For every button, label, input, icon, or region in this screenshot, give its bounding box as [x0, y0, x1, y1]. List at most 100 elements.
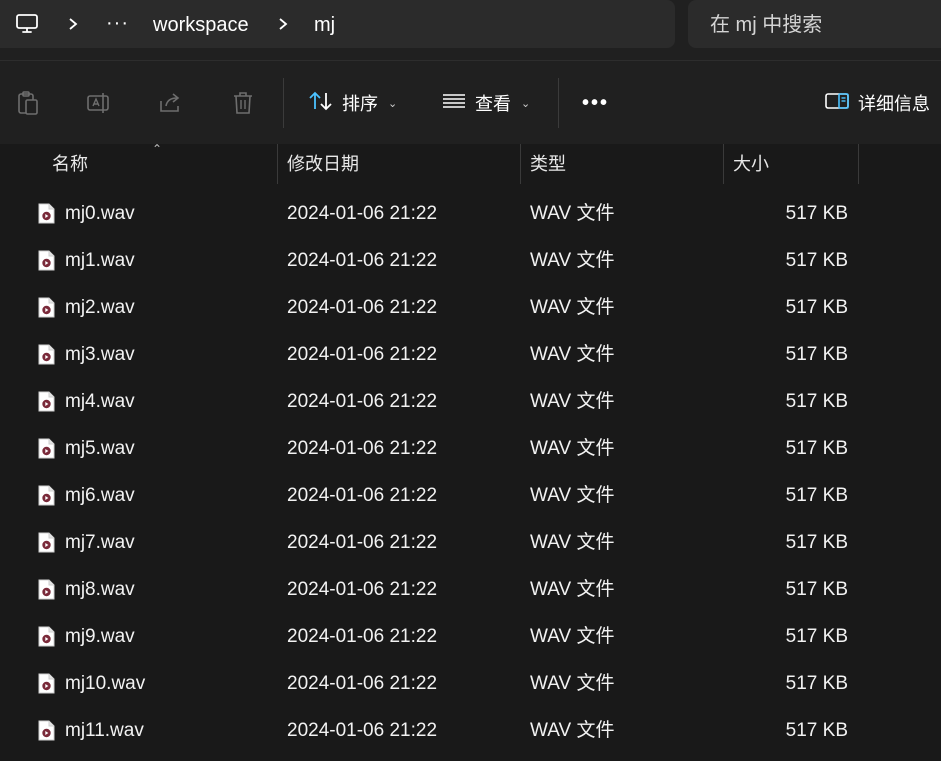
paste-icon[interactable] — [14, 89, 42, 117]
search-input[interactable]: 在 mj 中搜索 — [710, 12, 822, 38]
file-date: 2024-01-06 21:22 — [287, 532, 438, 553]
file-name: mj2.wav — [65, 297, 135, 318]
column-resize-handle[interactable] — [858, 144, 859, 184]
chevron-down-icon: ⌄ — [521, 97, 531, 110]
file-size: 517 KB — [785, 626, 848, 647]
file-name: mj6.wav — [65, 485, 135, 506]
file-name: mj1.wav — [65, 250, 135, 271]
file-type: WAV 文件 — [530, 673, 615, 694]
details-pane-button[interactable]: 详细信息 — [824, 87, 930, 119]
column-header-size[interactable]: 大小 — [733, 152, 769, 176]
file-type: WAV 文件 — [530, 626, 615, 647]
file-date: 2024-01-06 21:22 — [287, 250, 438, 271]
sort-button[interactable]: 排序 ⌄ — [308, 87, 397, 119]
wav-file-icon — [38, 673, 55, 694]
file-size: 517 KB — [785, 203, 848, 224]
sort-ascending-icon: ⌃ — [152, 142, 163, 156]
details-pane-icon — [824, 91, 850, 116]
file-row[interactable]: mj11.wav 2024-01-06 21:22 WAV 文件 517 KB — [0, 707, 941, 754]
file-type: WAV 文件 — [530, 297, 615, 318]
wav-file-icon — [38, 438, 55, 459]
chevron-down-icon: ⌄ — [388, 97, 398, 110]
file-name: mj10.wav — [65, 673, 146, 694]
breadcrumb-overflow-button[interactable]: ··· — [106, 10, 129, 36]
file-name: mj11.wav — [65, 720, 144, 741]
file-size: 517 KB — [785, 438, 848, 459]
address-bar: ··· workspace mj 在 mj 中搜索 — [0, 0, 941, 60]
wav-file-icon — [38, 250, 55, 271]
file-size: 517 KB — [785, 297, 848, 318]
file-size: 517 KB — [785, 673, 848, 694]
file-size: 517 KB — [785, 485, 848, 506]
chevron-right-icon[interactable] — [270, 10, 296, 38]
file-type: WAV 文件 — [530, 391, 615, 412]
more-options-button[interactable]: ••• — [582, 87, 609, 119]
view-button[interactable]: 查看 ⌄ — [441, 87, 530, 119]
file-date: 2024-01-06 21:22 — [287, 485, 438, 506]
file-size: 517 KB — [785, 391, 848, 412]
file-type: WAV 文件 — [530, 344, 615, 365]
file-name: mj0.wav — [65, 203, 135, 224]
file-date: 2024-01-06 21:22 — [287, 203, 438, 224]
file-row[interactable]: mj0.wav 2024-01-06 21:22 WAV 文件 517 KB — [0, 190, 941, 237]
column-header-name[interactable]: 名称 — [52, 152, 88, 176]
file-size: 517 KB — [785, 720, 848, 741]
file-row[interactable]: mj4.wav 2024-01-06 21:22 WAV 文件 517 KB — [0, 378, 941, 425]
file-size: 517 KB — [785, 579, 848, 600]
wav-file-icon — [38, 391, 55, 412]
file-name: mj3.wav — [65, 344, 135, 365]
chevron-right-icon[interactable] — [60, 10, 86, 38]
column-header-row: ⌃ 名称 修改日期 类型 大小 — [0, 142, 941, 186]
file-date: 2024-01-06 21:22 — [287, 344, 438, 365]
file-date: 2024-01-06 21:22 — [287, 579, 438, 600]
file-name: mj4.wav — [65, 391, 135, 412]
file-row[interactable]: mj10.wav 2024-01-06 21:22 WAV 文件 517 KB — [0, 660, 941, 707]
file-row[interactable]: mj5.wav 2024-01-06 21:22 WAV 文件 517 KB — [0, 425, 941, 472]
column-resize-handle[interactable] — [520, 144, 521, 184]
sort-icon — [308, 90, 334, 117]
file-type: WAV 文件 — [530, 579, 615, 600]
file-date: 2024-01-06 21:22 — [287, 391, 438, 412]
file-name: mj9.wav — [65, 626, 135, 647]
file-size: 517 KB — [785, 532, 848, 553]
file-row[interactable]: mj8.wav 2024-01-06 21:22 WAV 文件 517 KB — [0, 566, 941, 613]
wav-file-icon — [38, 720, 55, 741]
wav-file-icon — [38, 297, 55, 318]
file-date: 2024-01-06 21:22 — [287, 626, 438, 647]
breadcrumb-item-workspace[interactable]: workspace — [153, 12, 249, 38]
wav-file-icon — [38, 344, 55, 365]
breadcrumb[interactable]: ··· workspace mj — [0, 0, 675, 48]
file-type: WAV 文件 — [530, 532, 615, 553]
file-date: 2024-01-06 21:22 — [287, 438, 438, 459]
column-resize-handle[interactable] — [277, 144, 278, 184]
delete-icon[interactable] — [229, 89, 257, 117]
file-name: mj7.wav — [65, 532, 135, 553]
search-box[interactable]: 在 mj 中搜索 — [688, 0, 941, 48]
wav-file-icon — [38, 203, 55, 224]
file-row[interactable]: mj3.wav 2024-01-06 21:22 WAV 文件 517 KB — [0, 331, 941, 378]
share-icon[interactable] — [157, 89, 185, 117]
column-resize-handle[interactable] — [723, 144, 724, 184]
file-size: 517 KB — [785, 250, 848, 271]
file-row[interactable]: mj2.wav 2024-01-06 21:22 WAV 文件 517 KB — [0, 284, 941, 331]
file-date: 2024-01-06 21:22 — [287, 673, 438, 694]
file-row[interactable]: mj1.wav 2024-01-06 21:22 WAV 文件 517 KB — [0, 237, 941, 284]
view-list-icon — [441, 90, 467, 117]
sort-label: 排序 — [342, 94, 378, 114]
file-type: WAV 文件 — [530, 720, 615, 741]
details-pane-label: 详细信息 — [858, 94, 930, 114]
breadcrumb-item-mj[interactable]: mj — [314, 12, 335, 38]
file-type: WAV 文件 — [530, 203, 615, 224]
file-row[interactable]: mj9.wav 2024-01-06 21:22 WAV 文件 517 KB — [0, 613, 941, 660]
file-row[interactable]: mj7.wav 2024-01-06 21:22 WAV 文件 517 KB — [0, 519, 941, 566]
view-label: 查看 — [475, 94, 511, 114]
file-date: 2024-01-06 21:22 — [287, 720, 438, 741]
rename-icon[interactable] — [85, 89, 113, 117]
file-row[interactable]: mj6.wav 2024-01-06 21:22 WAV 文件 517 KB — [0, 472, 941, 519]
command-bar: 排序 ⌄ 查看 ⌄ ••• 详细信息 — [0, 60, 941, 145]
wav-file-icon — [38, 485, 55, 506]
computer-icon[interactable] — [14, 10, 40, 38]
file-name: mj5.wav — [65, 438, 135, 459]
column-header-date[interactable]: 修改日期 — [287, 152, 359, 176]
column-header-type[interactable]: 类型 — [530, 152, 566, 176]
